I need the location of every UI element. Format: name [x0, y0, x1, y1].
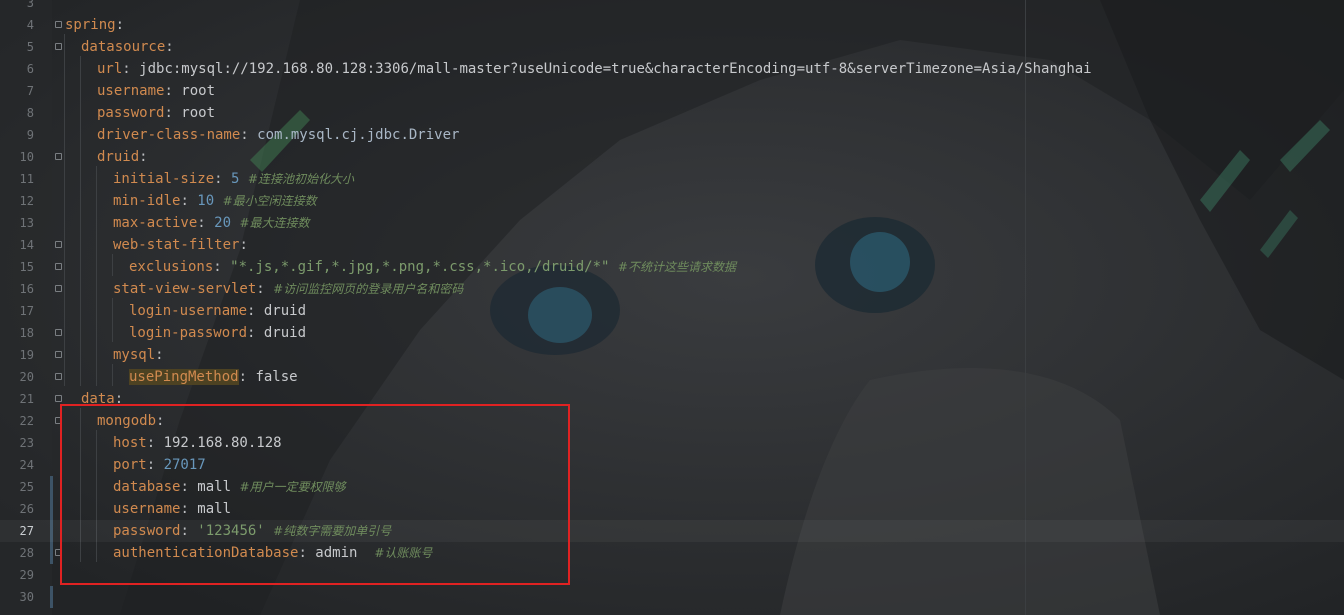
code-line[interactable]: exclusions: "*.js,*.gif,*.jpg,*.png,*.cs… [0, 256, 1344, 278]
yaml-key: druid [97, 149, 140, 165]
yaml-value: 5 [231, 171, 240, 187]
yaml-comment: #访问监控网页的登录用户名和密码 [273, 282, 464, 296]
yaml-value: root [181, 83, 216, 99]
yaml-key: spring [65, 17, 116, 33]
yaml-value: druid [263, 303, 307, 319]
yaml-key: exclusions [129, 259, 214, 275]
yaml-key: driver-class-name [97, 127, 241, 143]
code-line[interactable]: mysql: [0, 344, 1344, 366]
code-line[interactable]: login-password: druid [0, 322, 1344, 344]
yaml-key: password [97, 105, 165, 121]
yaml-key: login-username [129, 303, 248, 319]
code-line[interactable]: initial-size: 5 #连接池初始化大小 [0, 168, 1344, 190]
yaml-key: url [97, 61, 123, 77]
code-line[interactable]: url: jdbc:mysql://192.168.80.128:3306/ma… [0, 58, 1344, 80]
yaml-value: com.mysql.cj.jdbc.Driver [257, 127, 460, 143]
code-line[interactable]: datasource: [0, 36, 1344, 58]
code-line[interactable]: druid: [0, 146, 1344, 168]
yaml-key: datasource [81, 39, 166, 55]
code-line[interactable]: login-username: druid [0, 300, 1344, 322]
yaml-key-highlighted: usePingMethod [129, 369, 239, 385]
code-line[interactable]: driver-class-name: com.mysql.cj.jdbc.Dri… [0, 124, 1344, 146]
yaml-value: "*.js,*.gif,*.jpg,*.png,*.css,*.ico,/dru… [230, 259, 610, 275]
code-line[interactable]: max-active: 20 #最大连接数 [0, 212, 1344, 234]
yaml-key: username [97, 83, 165, 99]
code-line[interactable]: username: root [0, 80, 1344, 102]
yaml-key: stat-view-servlet [113, 281, 257, 297]
yaml-value: root [181, 105, 216, 121]
annotation-highlight-box [60, 404, 570, 585]
code-line[interactable]: min-idle: 10 #最小空闲连接数 [0, 190, 1344, 212]
code-line[interactable]: web-stat-filter: [0, 234, 1344, 256]
yaml-comment: #连接池初始化大小 [247, 172, 354, 186]
yaml-value: false [255, 369, 298, 385]
yaml-value: 10 [197, 193, 215, 209]
code-line[interactable]: usePingMethod: false [0, 366, 1344, 388]
yaml-value: 20 [214, 215, 232, 231]
yaml-comment: #不统计这些请求数据 [617, 260, 736, 274]
code-line[interactable]: stat-view-servlet: #访问监控网页的登录用户名和密码 [0, 278, 1344, 300]
yaml-comment: #最小空闲连接数 [222, 194, 317, 208]
code-line[interactable]: spring: [0, 14, 1344, 36]
yaml-value: jdbc:mysql://192.168.80.128:3306/mall-ma… [139, 61, 1092, 77]
code-line[interactable]: password: root [0, 102, 1344, 124]
yaml-key: min-idle [113, 193, 181, 209]
yaml-key: login-password [129, 325, 248, 341]
yaml-value: druid [263, 325, 307, 341]
yaml-key: initial-size [113, 171, 215, 187]
yaml-key: mysql [113, 347, 156, 363]
yaml-key: max-active [113, 215, 198, 231]
yaml-key: web-stat-filter [113, 237, 240, 253]
yaml-comment: #最大连接数 [239, 216, 310, 230]
